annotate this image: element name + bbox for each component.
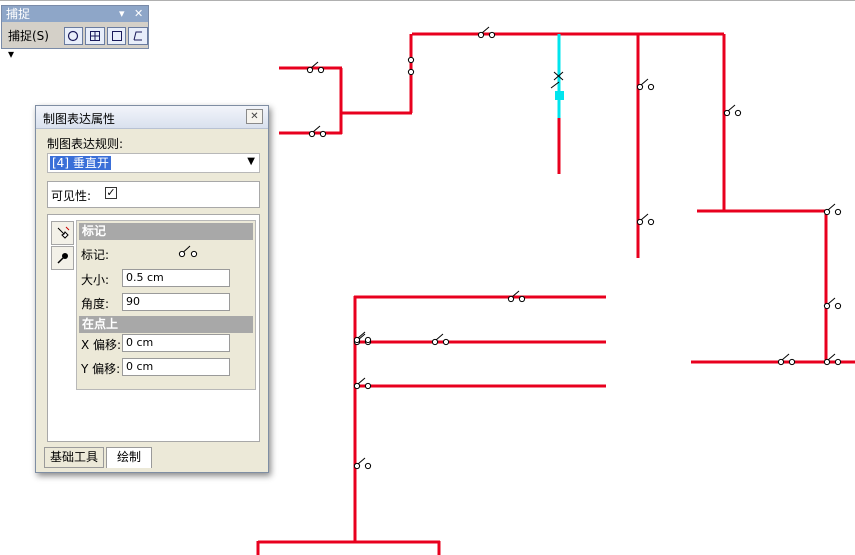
visibility-row: 可见性: ✓ — [47, 181, 260, 208]
snap-point-button[interactable] — [63, 27, 84, 45]
window-title: 制图表达属性 — [43, 112, 116, 126]
snap-menu-label: 捕捉(S) — [8, 29, 49, 43]
snap-end-icon — [90, 31, 101, 41]
switch-symbol-preview-icon[interactable] — [175, 243, 201, 261]
snap-edge-button[interactable] — [128, 27, 148, 45]
y-offset-input[interactable]: 0 cm — [122, 358, 230, 376]
snap-vertex-button[interactable] — [106, 27, 127, 45]
switch-symbol[interactable] — [636, 213, 655, 226]
section-header-marker: 标记 — [79, 223, 253, 240]
pushpin-icon — [56, 253, 68, 264]
tab-marker-tool[interactable] — [51, 221, 74, 245]
rule-select[interactable]: [4] 垂直开 ▼ — [47, 153, 260, 173]
visibility-checkbox[interactable]: ✓ — [105, 187, 117, 199]
size-input[interactable]: 0.5 cm — [122, 269, 230, 287]
snap-point-icon — [68, 30, 79, 42]
x-offset-label: X 偏移: — [81, 338, 122, 352]
marker-settings: 标记 标记: 大小: 0.5 cm 角度: 90 在点上 X 偏移: 0 cm … — [76, 220, 256, 390]
selected-switch[interactable] — [550, 34, 564, 118]
toolbar-title: 捕捉 — [6, 7, 31, 21]
rule-select-value: [4] 垂直开 — [50, 156, 111, 170]
switch-symbol[interactable] — [723, 104, 742, 117]
close-icon: ✕ — [250, 111, 259, 122]
section-header-on-point: 在点上 — [79, 316, 253, 333]
switch-symbol[interactable] — [353, 457, 372, 470]
marker-tool-icon — [57, 226, 69, 239]
toolbar-close-icon[interactable]: ✕ — [134, 6, 143, 22]
network-lines — [256, 32, 855, 555]
rule-label: 制图表达规则: — [47, 137, 124, 151]
dropdown-arrow-icon: ▼ — [247, 156, 255, 167]
switch-symbol[interactable] — [823, 203, 842, 216]
switch-symbol[interactable] — [636, 78, 655, 91]
tab-basic-tools[interactable]: 基础工具 — [44, 447, 104, 468]
window-titlebar[interactable]: 制图表达属性 ✕ — [36, 106, 268, 129]
snap-menu[interactable]: 捕捉(S) ▾ — [5, 27, 62, 61]
size-label: 大小: — [81, 273, 110, 287]
switch-symbols — [306, 26, 842, 470]
representation-properties-window: 制图表达属性 ✕ 制图表达规则: [4] 垂直开 ▼ 可见性: ✓ 标记 标记:… — [35, 105, 269, 473]
toolbar-row: 捕捉(S) ▾ — [5, 26, 148, 61]
switch-symbol[interactable] — [308, 125, 327, 138]
y-offset-label: Y 偏移: — [81, 362, 121, 376]
visibility-label: 可见性: — [51, 189, 92, 203]
snap-edge-icon — [133, 31, 143, 41]
snap-vertex-icon — [111, 31, 122, 41]
tab-draw[interactable]: 绘制 — [106, 447, 152, 468]
snapping-toolbar: 捕捉 ▾ ✕ 捕捉(S) ▾ — [1, 5, 149, 61]
x-offset-input[interactable]: 0 cm — [122, 334, 230, 352]
toolbar-menu-arrow-icon[interactable]: ▾ — [119, 6, 125, 22]
properties-panel: 标记 标记: 大小: 0.5 cm 角度: 90 在点上 X 偏移: 0 cm … — [47, 214, 260, 442]
tab-pushpin[interactable] — [51, 246, 74, 270]
toolbar-titlebar: 捕捉 ▾ ✕ — [2, 6, 148, 22]
marker-label: 标记: — [81, 248, 110, 262]
switch-symbol[interactable] — [477, 26, 496, 39]
snap-end-button[interactable] — [85, 27, 105, 45]
close-button[interactable]: ✕ — [246, 109, 263, 124]
angle-label: 角度: — [81, 297, 110, 311]
angle-input[interactable]: 90 — [122, 293, 230, 311]
